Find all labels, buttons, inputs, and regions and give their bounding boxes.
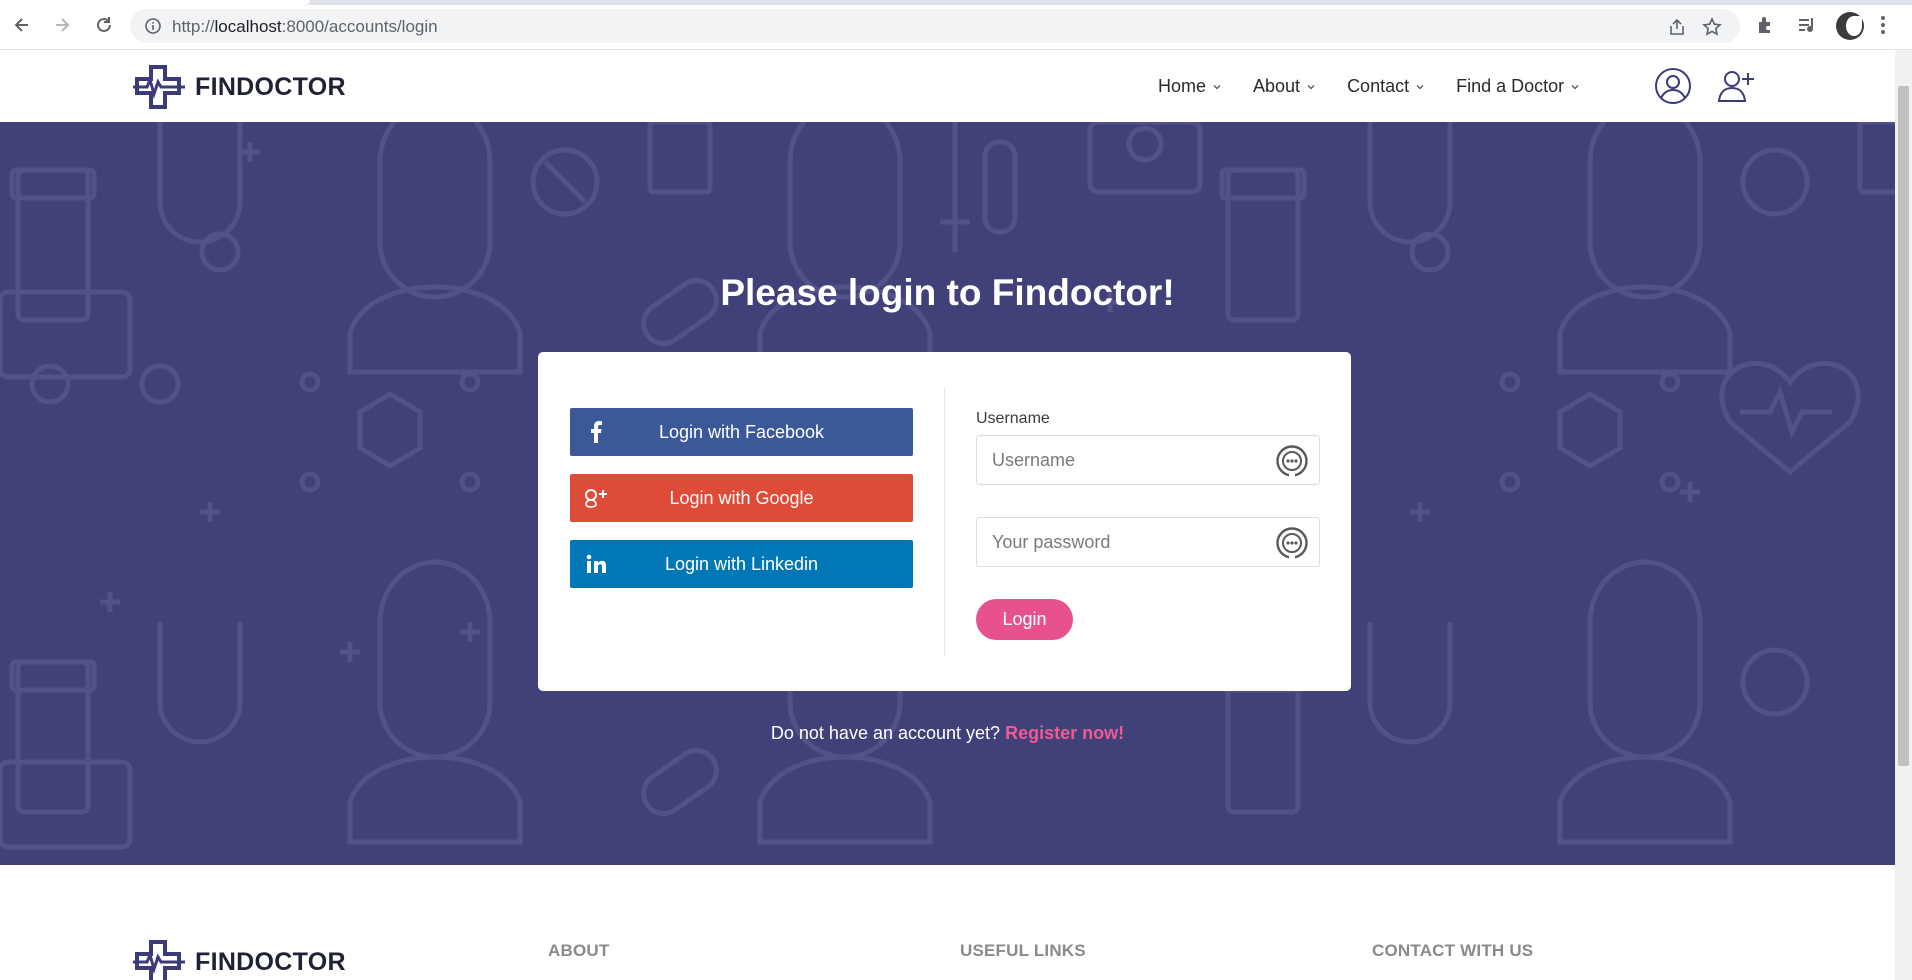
scrollbar-thumb[interactable] — [1898, 86, 1909, 766]
google-plus-icon — [584, 486, 608, 510]
login-submit-button[interactable]: Login — [976, 599, 1073, 640]
nav-home[interactable]: Home — [1158, 76, 1221, 97]
share-icon[interactable] — [1667, 17, 1687, 37]
page-scrollbar[interactable] — [1895, 50, 1912, 980]
password-manager-icon[interactable] — [1275, 526, 1309, 560]
chevron-down-icon — [1571, 84, 1579, 89]
login-linkedin-button[interactable]: Login with Linkedin — [570, 540, 913, 588]
chevron-down-icon — [1307, 84, 1315, 89]
footer-brand-logo[interactable]: FINDOCTOR — [133, 939, 346, 980]
main-nav: Home About Contact Find a Doctor — [1158, 76, 1611, 97]
nav-about[interactable]: About — [1253, 76, 1315, 97]
nav-find-doctor[interactable]: Find a Doctor — [1456, 76, 1579, 97]
footer-links-heading: USEFUL LINKS — [960, 941, 1086, 960]
username-field[interactable] — [976, 435, 1320, 485]
login-facebook-label: Login with Facebook — [658, 421, 825, 442]
footer-contact-heading: CONTACT WITH US — [1372, 941, 1534, 960]
more-menu-icon[interactable] — [1880, 14, 1886, 36]
facebook-icon — [584, 420, 608, 444]
login-facebook-button[interactable]: Login with Facebook — [570, 408, 913, 456]
reload-icon[interactable] — [92, 13, 116, 37]
login-linkedin-label: Login with Linkedin — [664, 553, 819, 574]
medical-cross-logo-icon — [133, 940, 185, 980]
footer-brand-name: FINDOCTOR — [195, 947, 346, 976]
password-manager-icon[interactable] — [1275, 444, 1309, 478]
url-path: :8000/accounts/login — [281, 17, 438, 36]
password-field[interactable] — [976, 517, 1320, 567]
no-account-text: Do not have an account yet? — [770, 723, 1001, 743]
linkedin-icon — [584, 552, 608, 576]
url-scheme: http:// — [172, 17, 215, 36]
brand-logo[interactable]: FINDOCTOR — [133, 64, 346, 110]
site-info-icon[interactable] — [144, 17, 162, 35]
site-footer: FINDOCTOR ABOUT USEFUL LINKS CONTACT WIT… — [0, 865, 1895, 980]
login-hero: Please login to Findoctor! Login with Fa… — [0, 122, 1895, 865]
back-icon[interactable] — [10, 13, 34, 37]
login-google-label: Login with Google — [669, 487, 814, 508]
site-header: FINDOCTOR Home About Contact Find a Doct… — [0, 50, 1895, 122]
brand-name: FINDOCTOR — [195, 72, 346, 101]
profile-avatar[interactable] — [1836, 12, 1864, 40]
login-google-button[interactable]: Login with Google — [570, 474, 913, 522]
footer-about-heading: ABOUT — [548, 941, 610, 960]
username-input[interactable] — [977, 436, 1267, 484]
nav-home-label: Home — [1158, 76, 1207, 96]
media-control-icon[interactable] — [1796, 14, 1818, 36]
register-link[interactable]: Register now! — [1005, 723, 1124, 743]
bookmark-star-icon[interactable] — [1702, 17, 1722, 37]
nav-contact-label: Contact — [1347, 76, 1410, 96]
register-prompt: Do not have an account yet? Register now… — [0, 723, 1895, 744]
nav-contact[interactable]: Contact — [1347, 76, 1424, 97]
login-title: Please login to Findoctor! — [720, 272, 1175, 313]
user-icon[interactable] — [1653, 67, 1693, 105]
login-card: Login with Facebook Login with Google Lo… — [538, 352, 1351, 691]
browser-toolbar: http://localhost:8000/accounts/login — [0, 0, 1912, 50]
add-user-icon[interactable] — [1716, 67, 1756, 105]
nav-find-doctor-label: Find a Doctor — [1456, 76, 1565, 96]
chevron-down-icon — [1416, 84, 1424, 89]
url-host: localhost — [214, 17, 282, 36]
forward-icon[interactable] — [50, 13, 74, 37]
medical-cross-logo-icon — [133, 65, 185, 109]
chevron-down-icon — [1213, 84, 1221, 89]
active-tab[interactable] — [0, 0, 310, 5]
username-label: Username — [976, 410, 1050, 427]
url-text[interactable]: http://localhost:8000/accounts/login — [172, 17, 438, 37]
nav-about-label: About — [1253, 76, 1301, 96]
password-input[interactable] — [977, 518, 1267, 566]
address-bar[interactable]: http://localhost:8000/accounts/login — [130, 9, 1740, 43]
card-divider — [944, 388, 945, 656]
tab-strip — [0, 0, 1912, 5]
extensions-icon[interactable] — [1755, 14, 1777, 36]
